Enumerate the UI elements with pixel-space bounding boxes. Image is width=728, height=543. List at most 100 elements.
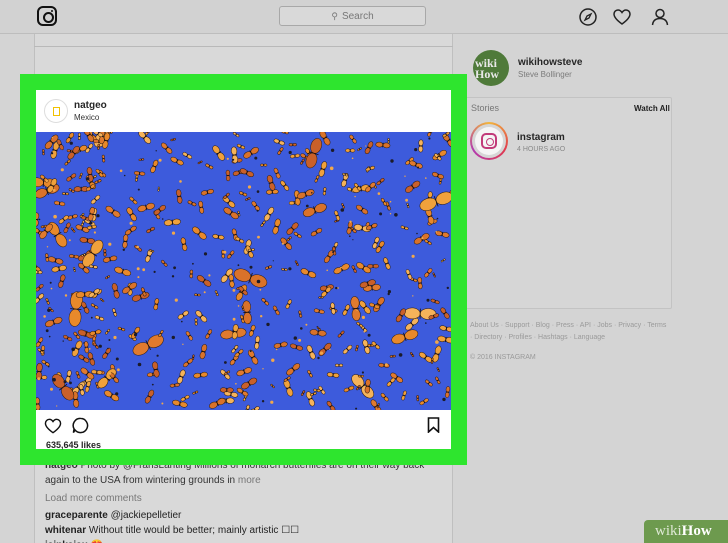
butterfly-speck bbox=[281, 242, 284, 245]
butterfly-speck bbox=[256, 190, 260, 193]
butterfly bbox=[439, 325, 451, 333]
butterfly bbox=[138, 132, 151, 144]
watch-all-link[interactable]: Watch All bbox=[634, 104, 670, 113]
butterfly-speck bbox=[261, 400, 265, 403]
butterfly-speck bbox=[421, 237, 424, 240]
butterfly bbox=[334, 363, 344, 367]
footer-links[interactable]: About Us · Support · Blog · Press · API … bbox=[470, 320, 670, 344]
comment-username[interactable]: graceparente bbox=[45, 510, 108, 521]
butterfly bbox=[79, 237, 96, 244]
butterfly bbox=[105, 205, 121, 218]
butterfly-speck bbox=[115, 357, 119, 361]
butterfly-speck bbox=[254, 156, 258, 160]
search-input[interactable]: ⚲ Search bbox=[279, 6, 426, 26]
butterfly-speck bbox=[71, 347, 75, 352]
butterfly bbox=[235, 236, 245, 244]
butterfly-speck bbox=[136, 267, 140, 271]
butterfly bbox=[341, 203, 345, 209]
butterfly-speck bbox=[404, 175, 406, 177]
post-username[interactable]: natgeo bbox=[74, 100, 107, 111]
butterfly-speck bbox=[256, 279, 261, 284]
butterfly-speck bbox=[390, 159, 394, 163]
butterfly bbox=[133, 171, 146, 176]
butterfly-speck bbox=[288, 267, 292, 271]
butterfly-speck bbox=[442, 397, 446, 402]
butterfly bbox=[153, 298, 160, 311]
butterfly bbox=[78, 132, 81, 141]
butterfly bbox=[88, 264, 98, 269]
compass-icon[interactable] bbox=[578, 7, 598, 27]
butterfly bbox=[125, 225, 137, 236]
butterfly-speck bbox=[50, 287, 53, 290]
likes-count[interactable]: 635,645 likes bbox=[46, 440, 101, 450]
butterfly-speck bbox=[50, 387, 53, 391]
butterfly bbox=[342, 344, 353, 355]
butterfly bbox=[212, 234, 225, 240]
butterfly-speck bbox=[161, 402, 164, 405]
butterfly bbox=[270, 383, 275, 389]
butterfly-speck bbox=[96, 214, 100, 218]
butterfly-speck bbox=[329, 166, 334, 171]
butterfly bbox=[194, 318, 198, 326]
comment-username[interactable]: whitenar bbox=[45, 525, 86, 536]
caption-more-link[interactable]: more bbox=[238, 475, 261, 486]
comment-bubble-icon[interactable] bbox=[72, 417, 89, 434]
butterfly-speck bbox=[137, 362, 142, 367]
butterfly-speck bbox=[387, 290, 391, 294]
like-heart-icon[interactable] bbox=[44, 418, 62, 434]
butterflies-image bbox=[36, 132, 451, 410]
load-more-comments-link[interactable]: Load more comments bbox=[45, 491, 445, 506]
heart-icon[interactable] bbox=[612, 7, 632, 27]
natgeo-avatar[interactable] bbox=[44, 99, 68, 123]
butterfly-speck bbox=[181, 320, 183, 323]
story-username[interactable]: instagram bbox=[517, 132, 565, 143]
butterfly-speck bbox=[232, 317, 236, 321]
butterfly bbox=[365, 165, 375, 172]
butterfly-speck bbox=[46, 246, 49, 248]
butterfly-speck bbox=[389, 213, 392, 215]
butterfly bbox=[236, 367, 252, 377]
butterfly bbox=[241, 377, 258, 390]
butterfly bbox=[54, 200, 66, 207]
butterfly bbox=[129, 196, 138, 205]
butterfly bbox=[41, 360, 50, 367]
bookmark-icon[interactable] bbox=[427, 417, 440, 433]
butterfly-speck bbox=[136, 245, 139, 249]
butterfly bbox=[430, 298, 440, 305]
butterfly-speck bbox=[203, 291, 206, 294]
butterfly-speck bbox=[52, 188, 56, 192]
butterfly-speck bbox=[60, 168, 64, 172]
butterfly bbox=[425, 379, 433, 387]
butterfly bbox=[306, 345, 316, 360]
butterfly bbox=[105, 275, 110, 280]
butterfly-speck bbox=[137, 276, 140, 279]
butterfly-speck bbox=[405, 198, 408, 202]
butterfly bbox=[401, 390, 407, 401]
butterfly bbox=[94, 179, 102, 184]
butterfly-speck bbox=[272, 260, 274, 262]
user-avatar[interactable]: wiki How bbox=[473, 50, 509, 86]
post-location[interactable]: Mexico bbox=[74, 113, 99, 122]
comment-item: whitenar Without title would be better; … bbox=[45, 523, 445, 538]
post-photo[interactable] bbox=[36, 132, 451, 410]
butterfly-speck bbox=[208, 274, 211, 277]
instagram-logo-icon[interactable] bbox=[37, 6, 57, 26]
butterfly bbox=[189, 269, 194, 279]
butterfly-speck bbox=[298, 338, 302, 342]
butterfly bbox=[440, 307, 450, 319]
sidebar-username[interactable]: wikihowsteve bbox=[518, 57, 582, 68]
copyright-text: © 2016 INSTAGRAM bbox=[470, 354, 536, 361]
story-avatar[interactable] bbox=[470, 122, 508, 160]
butterfly bbox=[45, 317, 63, 328]
butterfly bbox=[302, 203, 327, 217]
butterfly bbox=[326, 400, 336, 410]
butterfly-speck bbox=[257, 235, 260, 239]
butterfly bbox=[231, 345, 239, 354]
butterfly bbox=[280, 180, 290, 191]
butterfly bbox=[65, 132, 75, 144]
profile-icon[interactable] bbox=[650, 7, 670, 27]
butterfly-speck bbox=[108, 339, 111, 341]
butterfly-speck bbox=[288, 150, 292, 155]
butterfly-speck bbox=[171, 231, 176, 235]
butterfly-speck bbox=[266, 322, 270, 327]
